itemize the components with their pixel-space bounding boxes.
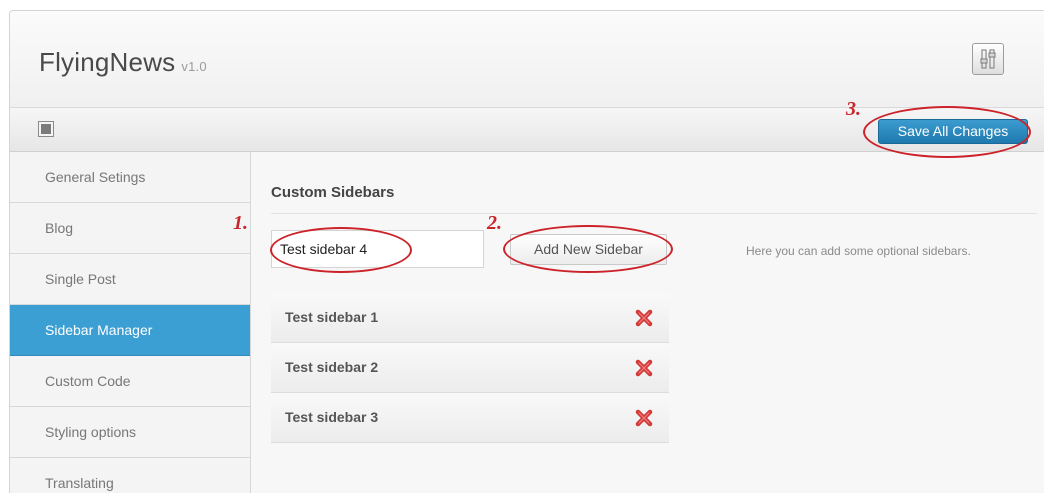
- sidebar-item-sidebar-manager[interactable]: Sidebar Manager: [10, 305, 250, 356]
- header: FlyingNews v1.0: [10, 11, 1044, 108]
- sidebar-item-translating[interactable]: Translating: [10, 458, 250, 493]
- section-title: Custom Sidebars: [271, 184, 395, 201]
- sidebar-list-label: Test sidebar 2: [285, 359, 379, 375]
- sidebar-list-item: Test sidebar 3: [271, 393, 669, 443]
- sidebar-item-general-settings[interactable]: General Setings: [10, 152, 250, 203]
- annotation-step-2: 2.: [487, 212, 502, 234]
- sidebar-list-label: Test sidebar 3: [285, 409, 379, 425]
- sidebar-item-single-post[interactable]: Single Post: [10, 254, 250, 305]
- remove-x-icon[interactable]: [634, 308, 654, 328]
- sidebar-item-styling-options[interactable]: Styling options: [10, 407, 250, 458]
- app-title: FlyingNews v1.0: [39, 47, 207, 78]
- remove-x-icon[interactable]: [634, 408, 654, 428]
- help-text: Here you can add some optional sidebars.: [746, 244, 971, 258]
- app-name: FlyingNews: [39, 47, 176, 77]
- annotation-step-3: 3.: [846, 98, 861, 120]
- settings-button[interactable]: [972, 43, 1004, 75]
- sidebar-nav: General Setings Blog Single Post Sidebar…: [10, 152, 251, 493]
- annotation-ring-add-button: [503, 225, 673, 273]
- sidebar-list-item: Test sidebar 2: [271, 343, 669, 393]
- sidebar-list-item: Test sidebar 1: [271, 293, 669, 343]
- annotation-ring-input: [270, 227, 412, 273]
- annotation-ring-save-button: [863, 106, 1031, 158]
- main-content: Custom Sidebars Add New Sidebar Here you…: [251, 152, 1044, 493]
- annotation-step-1: 1.: [233, 212, 248, 234]
- section-divider: [271, 213, 1037, 214]
- app-version: v1.0: [181, 59, 207, 74]
- sidebar-list-label: Test sidebar 1: [285, 309, 379, 325]
- remove-x-icon[interactable]: [634, 358, 654, 378]
- settings-sliders-icon: [980, 49, 996, 69]
- sidebar-item-custom-code[interactable]: Custom Code: [10, 356, 250, 407]
- collapse-icon[interactable]: [38, 121, 54, 137]
- sidebar-item-blog[interactable]: Blog: [10, 203, 250, 254]
